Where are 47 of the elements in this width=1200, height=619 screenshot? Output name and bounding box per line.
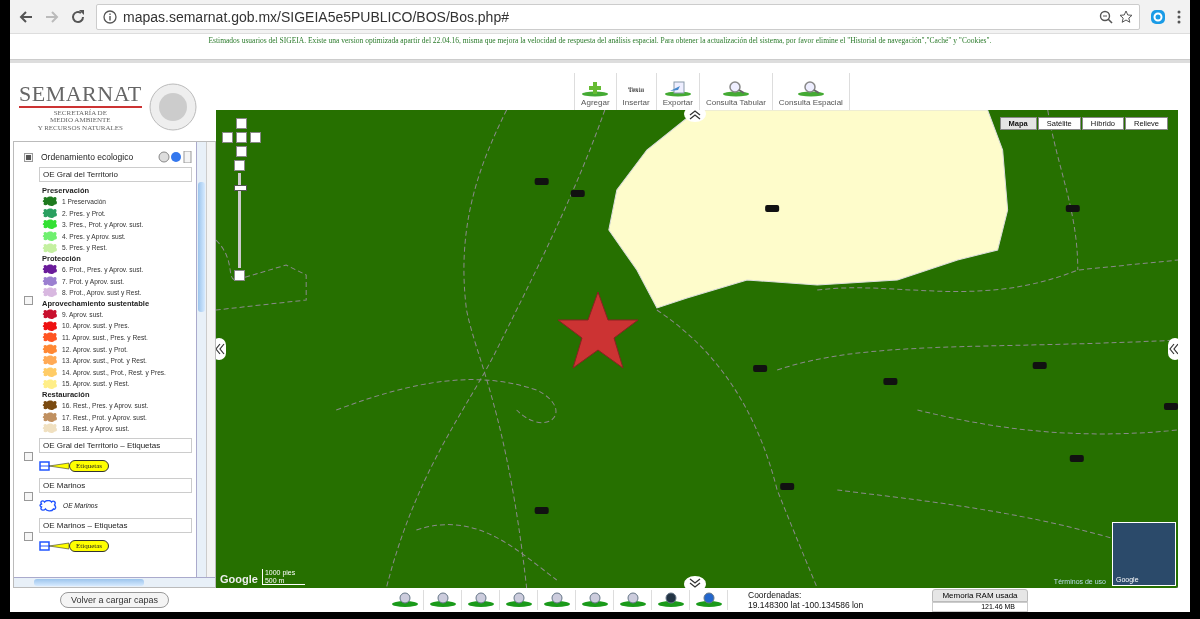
star-marker-icon <box>556 290 640 370</box>
export-icon <box>663 81 692 97</box>
magnifier-icon <box>796 81 825 97</box>
collapse-left-icon[interactable] <box>216 338 226 360</box>
pan-down-button[interactable] <box>236 146 247 157</box>
pan-right-button[interactable] <box>250 132 261 143</box>
expand-down-icon[interactable] <box>684 576 706 588</box>
sublayer-title: OE Gral del Territorio <box>39 167 192 182</box>
address-bar[interactable]: mapas.semarnat.gob.mx/SIGEIA5e5PUBLICO/BOS/Bos.php# <box>96 3 1140 30</box>
layer-checkbox[interactable] <box>24 296 33 306</box>
info-icon[interactable] <box>103 9 117 24</box>
collapse-up-icon[interactable] <box>684 110 706 122</box>
reload-layers-button[interactable]: Volver a cargar capas <box>59 592 169 608</box>
zoom-slider-thumb[interactable] <box>234 184 247 191</box>
menu-icon[interactable] <box>1176 8 1182 25</box>
scrollbar[interactable] <box>14 577 215 587</box>
reload-icon[interactable] <box>70 8 86 25</box>
label-callout-icon <box>39 460 69 471</box>
star-icon[interactable] <box>1119 9 1133 24</box>
pan-left-button[interactable] <box>222 132 233 143</box>
pan-up-button[interactable] <box>236 118 247 129</box>
sublayer-title: OE Marinos <box>39 477 192 493</box>
scrollbar[interactable] <box>196 142 206 577</box>
seal-icon <box>147 82 198 132</box>
map-logo: Google <box>220 573 258 585</box>
scrollbar[interactable] <box>206 142 215 577</box>
layer-checkbox[interactable] <box>24 152 33 162</box>
collapse-right-icon[interactable] <box>1168 338 1178 360</box>
extension-icon[interactable] <box>1150 8 1166 25</box>
back-icon[interactable] <box>18 8 34 25</box>
layer-tools-icon[interactable] <box>158 151 192 163</box>
add-icon <box>581 81 610 97</box>
magnifier-icon <box>721 81 750 97</box>
zoom-icon[interactable] <box>1099 9 1113 24</box>
sublayer-title: OE Marinos – Etiquetas <box>39 517 192 533</box>
layer-name: Ordenamiento ecologico <box>41 152 135 162</box>
logo-text: SEMARNAT <box>19 81 142 108</box>
center-button[interactable] <box>236 132 247 143</box>
coordinates-value: 19.148300 lat -100.134586 lon <box>748 600 864 610</box>
memory-tab[interactable]: Memoria RAM usada <box>932 588 1028 602</box>
coordinates-label: Coordenadas: <box>748 590 803 600</box>
label-callout-icon <box>39 540 69 551</box>
sublayer-title: OE Gral del Territorio – Etiquetas <box>39 437 192 453</box>
layer-checkbox[interactable] <box>24 451 33 461</box>
layer-checkbox[interactable] <box>24 531 33 541</box>
layer-checkbox[interactable] <box>24 491 33 501</box>
outline-swatch-icon <box>39 499 57 512</box>
